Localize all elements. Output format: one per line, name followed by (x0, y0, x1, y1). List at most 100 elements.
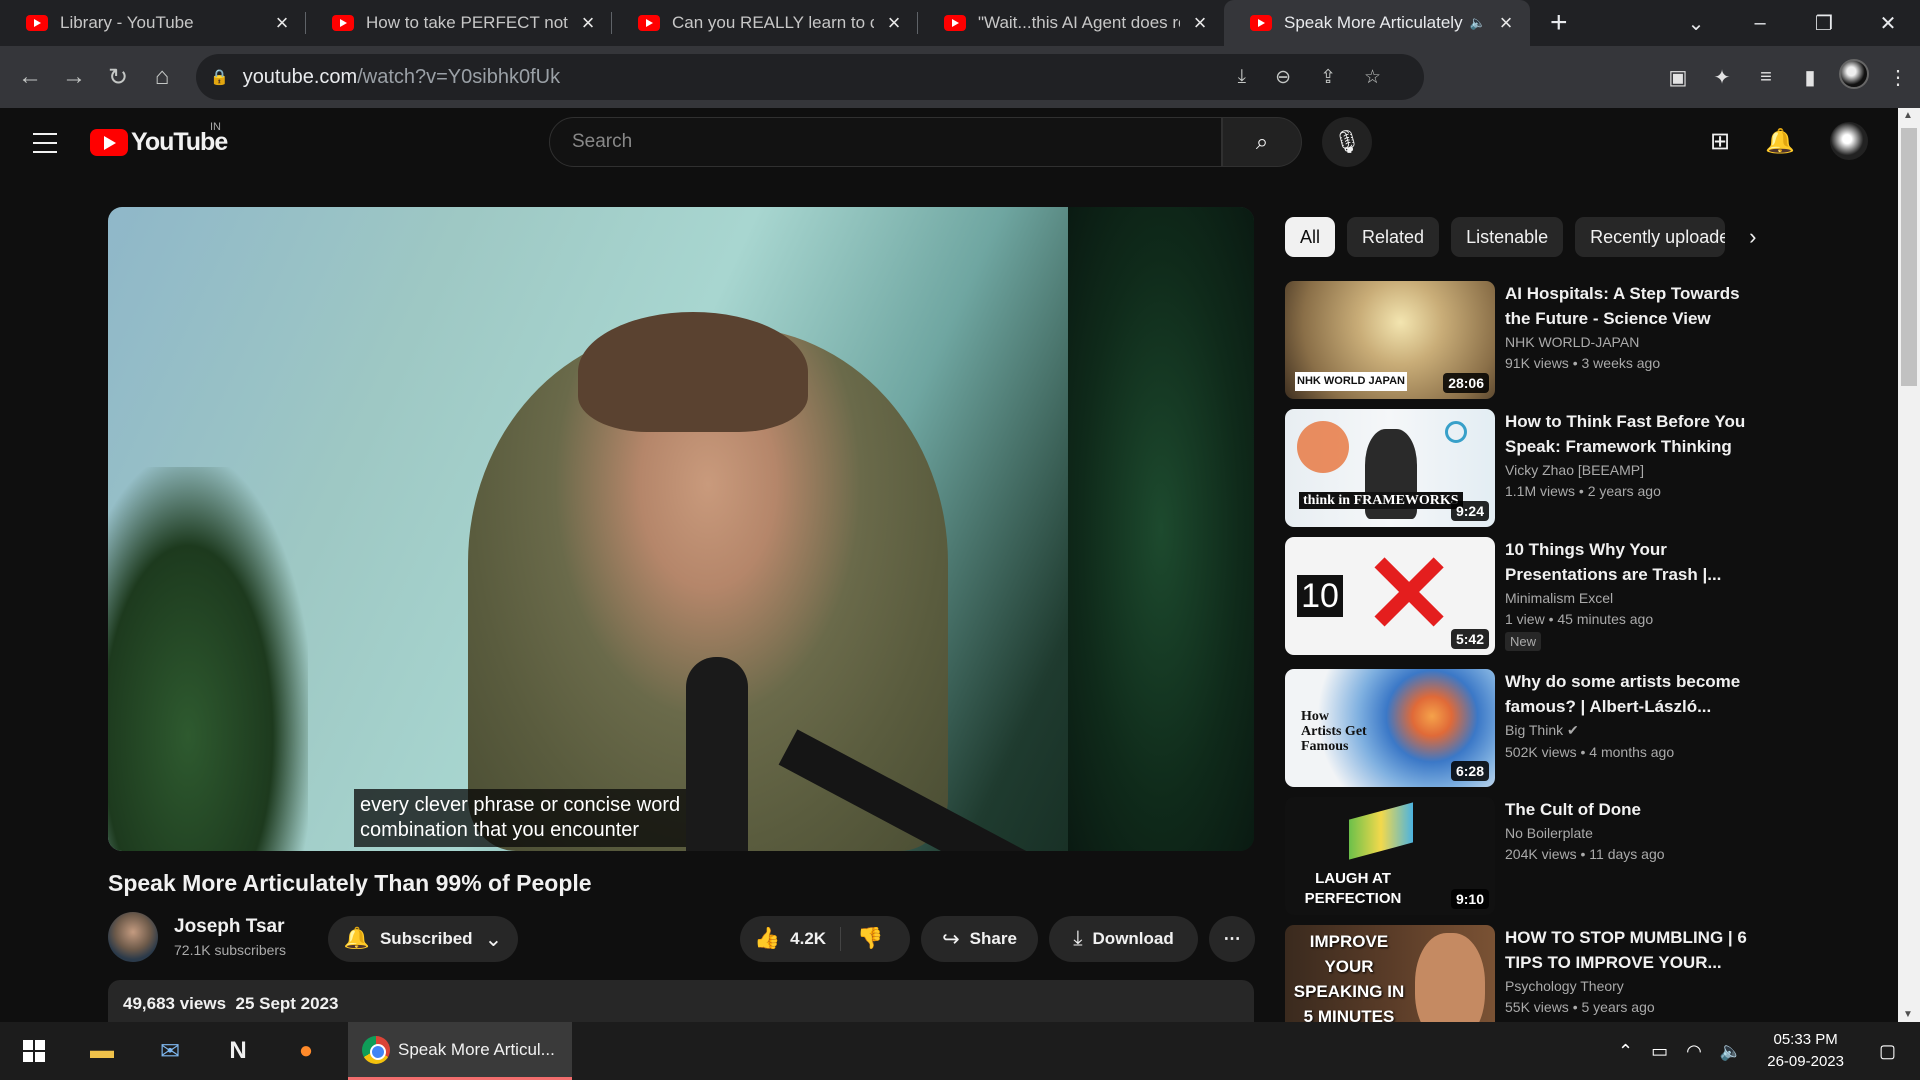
channel-name[interactable]: Vicky Zhao [BEEAMP] (1505, 462, 1755, 478)
subscribed-button[interactable]: 🔔 Subscribed ⌄ (328, 916, 518, 962)
system-clock[interactable]: 05:33 PM 26-09-2023 (1767, 1029, 1844, 1073)
thumbs-up-icon: 👍 (754, 927, 781, 950)
recommendation-item[interactable]: IMPROVE YOUR SPEAKING IN 5 MINUTES HOW T… (1285, 925, 1755, 1022)
recommendation-item[interactable]: 10 ✕ 5:42 10 Things Why Your Presentatio… (1285, 537, 1755, 655)
address-bar[interactable]: 🔒 youtube.com/watch?v=Y0sibhk0fUk ⤓ ⊖ ⇪ … (196, 54, 1424, 100)
share-page-icon[interactable]: ⇪ (1320, 66, 1336, 89)
window-controls: ⌄ – ❐ ✕ (1664, 0, 1920, 46)
notifications-bell-icon[interactable]: 🔔 (1750, 127, 1810, 156)
mail-app-icon[interactable]: ✉ (136, 1022, 204, 1080)
channel-name[interactable]: Minimalism Excel (1505, 590, 1755, 606)
browser-tab[interactable]: How to take PERFECT notes w × (306, 0, 612, 46)
more-actions-button[interactable]: ⋯ (1209, 916, 1255, 962)
share-button[interactable]: ↪ Share (921, 916, 1038, 962)
profile-avatar[interactable] (1832, 59, 1876, 95)
video-thumbnail[interactable]: NHK WORLD JAPAN 28:06 (1285, 281, 1495, 399)
search-input[interactable]: Search (549, 117, 1222, 167)
start-button[interactable] (0, 1022, 68, 1080)
new-tab-icon[interactable]: + (1550, 6, 1568, 40)
share-icon: ↪ (942, 927, 960, 951)
browser-tab-active[interactable]: Speak More Articulately T 🔈 × (1224, 0, 1530, 46)
chip-recently-uploaded[interactable]: Recently uploade (1575, 217, 1726, 257)
video-title[interactable]: AI Hospitals: A Step Towards the Future … (1505, 281, 1755, 331)
channel-avatar[interactable] (108, 912, 158, 962)
recommendation-item[interactable]: LAUGH AT PERFECTION 9:10 The Cult of Don… (1285, 797, 1755, 915)
recommendation-item[interactable]: How Artists Get Famous 6:28 Why do some … (1285, 669, 1755, 787)
scroll-down-icon[interactable]: ▼ (1903, 1009, 1913, 1020)
channel-name[interactable]: Big Think ✔ (1505, 722, 1755, 739)
battery-icon[interactable]: ▭ (1651, 1041, 1668, 1062)
extension-icon[interactable]: ▣ (1656, 65, 1700, 90)
firefox-icon[interactable]: ● (272, 1022, 340, 1080)
video-thumbnail[interactable]: LAUGH AT PERFECTION 9:10 (1285, 797, 1495, 915)
download-button[interactable]: ⤓ Download (1049, 916, 1198, 962)
install-icon[interactable]: ⤓ (1238, 66, 1246, 88)
media-controls-icon[interactable]: ≡ (1744, 66, 1788, 89)
chevron-right-icon[interactable]: › (1749, 224, 1756, 250)
back-icon[interactable]: ← (8, 63, 52, 91)
voice-search-button[interactable]: 🎙 (1322, 117, 1372, 167)
volume-icon[interactable]: 🔈 (1720, 1041, 1742, 1062)
forward-icon[interactable]: → (52, 63, 96, 91)
video-thumbnail[interactable]: 10 ✕ 5:42 (1285, 537, 1495, 655)
create-video-icon[interactable]: ⊞ (1690, 127, 1750, 156)
video-title[interactable]: The Cult of Done (1505, 797, 1755, 822)
close-tab-icon[interactable]: × (578, 10, 598, 36)
channel-name[interactable]: Psychology Theory (1505, 978, 1755, 994)
channel-name[interactable]: Joseph Tsar (174, 916, 286, 938)
recommendation-item[interactable]: NHK WORLD JAPAN 28:06 AI Hospitals: A St… (1285, 281, 1755, 399)
home-icon[interactable]: ⌂ (140, 63, 184, 91)
scroll-up-icon[interactable]: ▲ (1903, 110, 1913, 121)
hamburger-menu-icon[interactable] (33, 133, 57, 160)
like-button[interactable]: 👍 4.2K (754, 927, 842, 951)
side-panel-icon[interactable]: ▮ (1788, 65, 1832, 90)
video-thumbnail[interactable]: think in FRAMEWORKS 9:24 (1285, 409, 1495, 527)
chip-all[interactable]: All (1285, 217, 1336, 257)
zoom-icon[interactable]: ⊖ (1275, 66, 1291, 89)
youtube-logo[interactable]: YouTube IN (90, 121, 228, 157)
tray-overflow-icon[interactable]: ⌃ (1618, 1041, 1633, 1062)
browser-tab[interactable]: Library - YouTube × (0, 0, 306, 46)
chip-listenable[interactable]: Listenable (1451, 217, 1564, 257)
close-tab-icon[interactable]: × (1496, 10, 1516, 36)
notion-icon[interactable]: N (204, 1022, 272, 1080)
video-thumbnail[interactable]: IMPROVE YOUR SPEAKING IN 5 MINUTES (1285, 925, 1495, 1022)
page-scrollbar[interactable]: ▲ ▼ (1898, 108, 1920, 1022)
youtube-favicon-icon (638, 15, 660, 31)
file-explorer-icon[interactable]: ▬ (68, 1022, 136, 1080)
minimize-icon[interactable]: – (1728, 12, 1792, 35)
chrome-taskbar-item[interactable]: Speak More Articul... (348, 1022, 572, 1080)
close-tab-icon[interactable]: × (1190, 10, 1210, 36)
channel-name[interactable]: NHK WORLD-JAPAN (1505, 334, 1755, 350)
video-title[interactable]: HOW TO STOP MUMBLING | 6 TIPS TO IMPROVE… (1505, 925, 1755, 975)
wifi-icon[interactable]: ◠ (1686, 1041, 1702, 1062)
browser-menu-icon[interactable]: ⋮ (1876, 65, 1920, 90)
bookmark-star-icon[interactable]: ☆ (1364, 66, 1381, 89)
account-avatar[interactable] (1830, 122, 1868, 160)
video-thumbnail[interactable]: How Artists Get Famous 6:28 (1285, 669, 1495, 787)
channel-name[interactable]: No Boilerplate (1505, 825, 1755, 841)
close-window-icon[interactable]: ✕ (1856, 11, 1920, 36)
scrollbar-thumb[interactable] (1901, 128, 1917, 386)
video-title[interactable]: How to Think Fast Before You Speak: Fram… (1505, 409, 1755, 459)
lock-icon[interactable]: 🔒 (210, 68, 229, 86)
reload-icon[interactable]: ↻ (96, 63, 140, 92)
chip-related[interactable]: Related (1347, 217, 1440, 257)
notifications-icon[interactable]: ▢ (1879, 1041, 1896, 1062)
video-title[interactable]: Why do some artists become famous? | Alb… (1505, 669, 1755, 719)
close-tab-icon[interactable]: × (272, 10, 292, 36)
browser-tab[interactable]: Can you REALLY learn to code × (612, 0, 918, 46)
tab-search-icon[interactable]: ⌄ (1664, 11, 1728, 36)
close-tab-icon[interactable]: × (884, 10, 904, 36)
subscribed-label: Subscribed (379, 929, 473, 948)
video-title[interactable]: 10 Things Why Your Presentations are Tra… (1505, 537, 1755, 587)
extensions-puzzle-icon[interactable]: ✦ (1700, 65, 1744, 90)
browser-tab[interactable]: "Wait...this AI Agent does rese × (918, 0, 1224, 46)
restore-icon[interactable]: ❐ (1792, 11, 1856, 36)
recommendation-item[interactable]: think in FRAMEWORKS 9:24 How to Think Fa… (1285, 409, 1755, 527)
video-player[interactable]: every clever phrase or concise word comb… (108, 207, 1254, 851)
speaker-icon[interactable]: 🔈 (1470, 15, 1486, 31)
dislike-button[interactable]: 👎 (857, 927, 883, 951)
caption-line: every clever phrase or concise word (360, 794, 681, 816)
search-button[interactable]: ⌕ (1222, 117, 1302, 167)
